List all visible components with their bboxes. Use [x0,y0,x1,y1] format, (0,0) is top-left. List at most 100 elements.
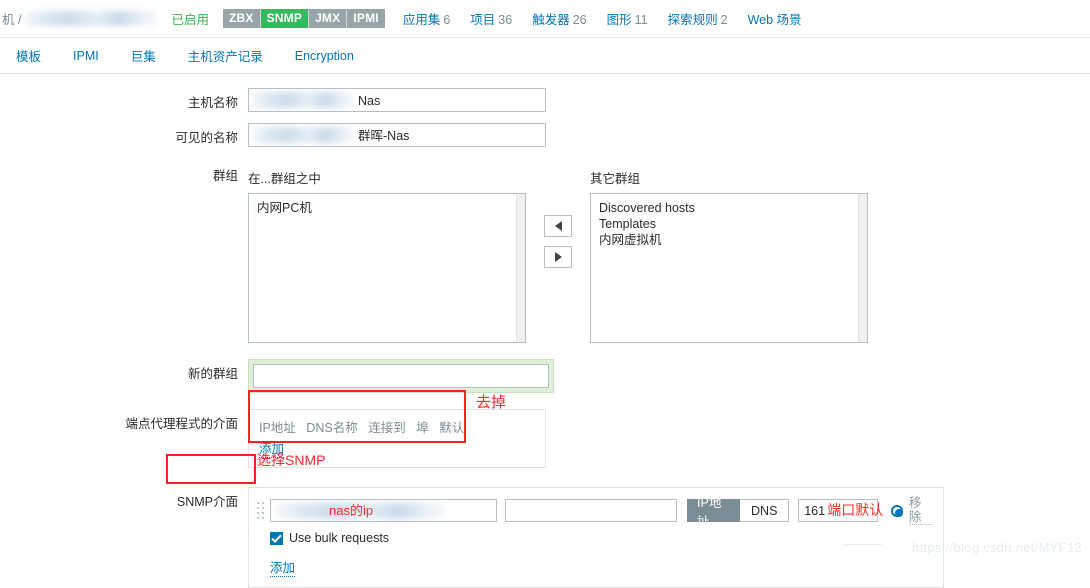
snmp-interface-label: SNMP介面 [176,495,238,509]
breadcrumb-bar: 机 / 已启用 ZBX SNMP JMX IPMI 应用集 6 项目 36 触发器 2… [0,0,1090,38]
col-ip-address: IP地址 [259,421,296,435]
new-group-label: 新的群组 [187,367,238,381]
triangle-left-icon [554,221,562,231]
col-port: 埠 [416,421,429,435]
snmp-default-radio[interactable] [890,504,903,517]
new-group-field-wrap [248,359,554,393]
tab-strip: 模板 IPMI 巨集 主机资产记录 Encryption [0,38,1090,74]
triangle-right-icon [554,252,562,262]
tab-encryption[interactable]: Encryption [279,38,370,73]
snmp-interface-box: nas的ip IP地址 DNS 161 端口默认 移除 Use bulk req… [248,487,944,588]
col-connect-to: 连接到 [368,421,406,435]
link-web-scenarios[interactable]: Web 场景 [748,9,802,28]
other-groups-listbox[interactable]: Discovered hosts Templates 内网虚拟机 [590,193,868,343]
row-agent-interface: 端点代理程式的介面 IP地址 DNS名称 连接到 埠 默认 添加 [0,409,1090,468]
row-groups: 群组 在...群组之中 内网PC机 其它群组 Discovered hosts … [0,165,1090,343]
snmp-interface-row: nas的ip IP地址 DNS 161 端口默认 移除 [257,496,933,529]
other-groups-heading: 其它群组 [590,172,641,186]
other-groups-column: 其它群组 Discovered hosts Templates 内网虚拟机 [590,165,868,343]
other-groups-scrollbar[interactable] [858,194,867,342]
tab-templates[interactable]: 模板 [0,38,57,73]
in-groups-scrollbar[interactable] [516,194,525,342]
protocol-badges: ZBX SNMP JMX IPMI [222,9,385,28]
drag-handle-icon[interactable] [257,500,266,522]
host-name-label: 主机名称 [187,96,238,110]
group-transfer-buttons [544,215,572,268]
link-graphs-count: 11 [634,13,648,27]
list-item[interactable]: 内网虚拟机 [599,232,859,248]
tab-encryption-label: Encryption [294,48,354,63]
snmp-bulk-row: Use bulk requests [270,531,933,545]
agent-interface-columns: IP地址 DNS名称 连接到 埠 默认 [259,418,535,438]
badge-jmx[interactable]: JMX [309,9,348,28]
snmp-connect-to-toggle: IP地址 DNS [687,496,790,529]
link-graphs[interactable]: 图形 11 [607,9,648,28]
tab-ipmi-label: IPMI [73,48,99,63]
new-group-input[interactable] [253,364,549,388]
snmp-interface-wrap: nas的ip IP地址 DNS 161 端口默认 移除 Use bulk req… [248,487,944,588]
host-name-input[interactable]: Nas [248,88,546,112]
agent-interface-label: 端点代理程式的介面 [125,417,238,431]
list-item[interactable]: 内网PC机 [257,200,517,216]
in-groups-listbox[interactable]: 内网PC机 [248,193,526,343]
list-item[interactable]: Templates [599,216,859,232]
link-triggers[interactable]: 触发器 26 [532,9,586,28]
badge-zbx[interactable]: ZBX [222,9,261,28]
link-items[interactable]: 项目 36 [470,9,512,28]
watermark-rule [842,544,882,545]
list-item[interactable]: Discovered hosts [599,200,859,216]
host-name-value: Nas [358,94,381,108]
link-applications-count: 6 [443,13,451,27]
tab-host-inventory[interactable]: 主机资产记录 [172,38,279,73]
snmp-dns-input[interactable] [505,499,678,522]
tab-ipmi[interactable]: IPMI [57,38,115,73]
link-graphs-label: 图形 [606,13,632,27]
use-bulk-requests-checkbox[interactable] [270,531,283,545]
port-default-annotation: 端口默认 [827,502,884,518]
breadcrumb-prefix: 机 / [2,13,22,27]
visible-name-label: 可见的名称 [175,131,238,145]
link-discovery-count: 2 [720,13,728,27]
row-snmp-interface: SNMP介面 nas的ip IP地址 DNS 161 端口默认 移除 Use b… [0,487,1090,588]
snmp-port-input[interactable]: 161 端口默认 [798,499,883,522]
tab-macros-label: 巨集 [130,50,156,64]
snmp-ip-input[interactable]: nas的ip [270,499,498,522]
watermark: https://blog.csdn.net/MYF12 [912,540,1082,555]
connect-to-ip-button[interactable]: IP地址 [687,496,741,529]
link-triggers-count: 26 [572,13,587,27]
tab-host-inventory-label: 主机资产记录 [187,50,263,64]
link-items-label: 项目 [470,13,496,27]
use-bulk-requests-label: Use bulk requests [289,531,390,545]
entity-count-links: 应用集 6 项目 36 触发器 26 图形 11 探索规则 2 Web 场景 [403,9,802,28]
status-badge: 已启用 [171,13,209,27]
link-discovery-rules[interactable]: 探索规则 2 [668,9,728,28]
col-default: 默认 [439,421,465,435]
connect-to-dns-button[interactable]: DNS [740,499,790,522]
groups-label: 群组 [212,169,238,183]
row-host-name: 主机名称 Nas [0,88,1090,112]
snmp-remove-link[interactable]: 移除 [908,496,933,525]
col-dns-name: DNS名称 [306,421,358,435]
snmp-ip-annotation: nas的ip [329,503,374,518]
visible-name-value: 群晖-Nas [358,129,410,143]
link-items-count: 36 [498,13,513,27]
groups-dual-list: 在...群组之中 内网PC机 其它群组 Discovered hosts Tem… [248,165,868,343]
row-visible-name: 可见的名称 群晖-Nas [0,123,1090,147]
in-groups-column: 在...群组之中 内网PC机 [248,165,526,343]
visible-name-field-wrap: 群晖-Nas [248,123,546,147]
snmp-interface-add-link[interactable]: 添加 [270,561,296,577]
tab-macros[interactable]: 巨集 [115,38,172,73]
host-name-field-wrap: Nas [248,88,546,112]
visible-name-input[interactable]: 群晖-Nas [248,123,546,147]
badge-ipmi[interactable]: IPMI [347,9,385,28]
redacted-visible-name-value [253,127,353,143]
badge-snmp[interactable]: SNMP [260,9,310,28]
snmp-port-value: 161 [804,504,826,518]
link-applications[interactable]: 应用集 6 [403,9,450,28]
move-left-button[interactable] [544,215,572,237]
tab-templates-label: 模板 [16,50,42,64]
link-applications-label: 应用集 [402,13,441,27]
link-triggers-label: 触发器 [532,13,570,27]
move-right-button[interactable] [544,246,572,268]
link-web-label: Web 场景 [747,13,802,27]
